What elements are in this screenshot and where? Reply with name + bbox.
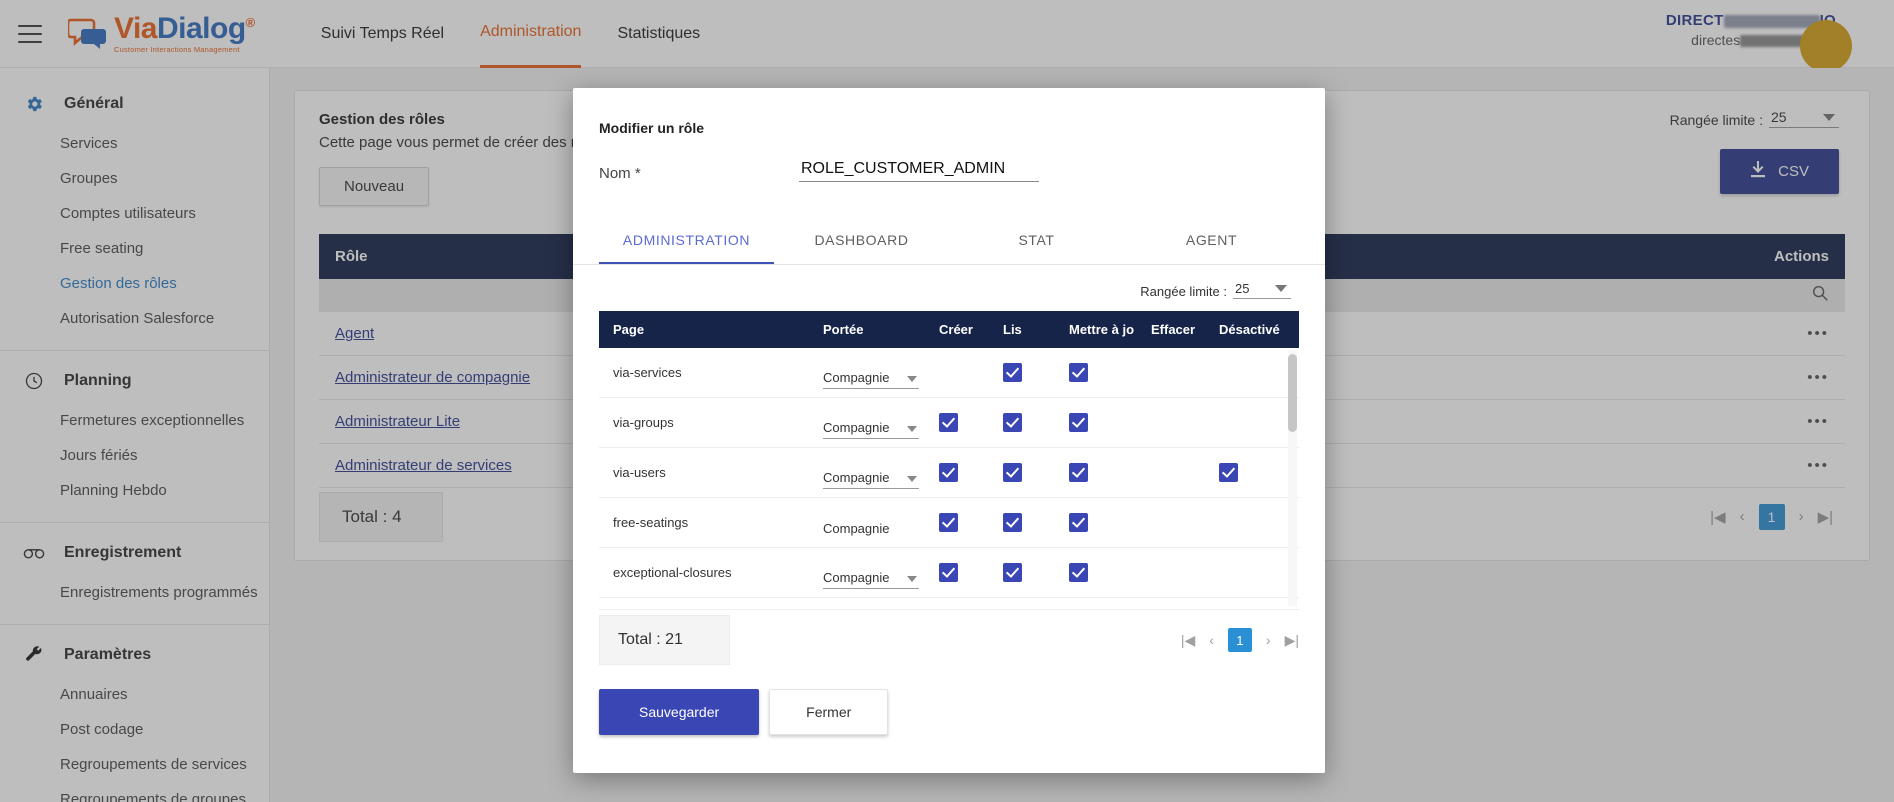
checkbox-creer[interactable] xyxy=(939,563,958,582)
tab-agent[interactable]: AGENT xyxy=(1124,216,1299,264)
modal-range-limit-label: Rangée limite : xyxy=(1140,284,1227,299)
role-name-input[interactable] xyxy=(799,158,1039,182)
edit-role-modal: Modifier un rôle Nom * ADMINISTRATION DA… xyxy=(573,88,1325,773)
checkbox-creer[interactable] xyxy=(939,413,958,432)
permission-page-name: via-users xyxy=(613,465,666,480)
checkbox-creer[interactable] xyxy=(939,363,958,382)
checkbox-desactive[interactable] xyxy=(1219,463,1238,482)
column-header-desactive: Désactivé xyxy=(1219,322,1280,337)
modal-pagination-next[interactable]: › xyxy=(1266,632,1271,648)
scope-select[interactable]: Compagnie xyxy=(823,570,919,589)
checkbox-mettre-a-jour[interactable] xyxy=(1069,463,1088,482)
modal-total-count: Total : 21 xyxy=(599,615,730,665)
chevron-down-icon xyxy=(907,576,917,582)
checkbox-lis[interactable] xyxy=(1003,363,1022,382)
modal-table-footer: Total : 21 |◀ ‹ 1 › ▶| xyxy=(599,615,1299,665)
tab-administration[interactable]: ADMINISTRATION xyxy=(599,216,774,264)
permission-page-name: via-groups xyxy=(613,415,674,430)
scope-value: Compagnie xyxy=(823,470,890,485)
chevron-down-icon xyxy=(1275,285,1287,292)
column-header-page: Page xyxy=(613,322,645,337)
checkbox-desactive[interactable] xyxy=(1219,563,1238,582)
scope-value: Compagnie xyxy=(823,370,890,385)
chevron-down-icon xyxy=(907,376,917,382)
permission-page-name: exceptional-closures xyxy=(613,565,732,580)
checkbox-lis[interactable] xyxy=(1003,463,1022,482)
permissions-scrollbar[interactable] xyxy=(1288,350,1297,606)
modal-pagination-last[interactable]: ▶| xyxy=(1285,632,1299,649)
modal-tabs: ADMINISTRATION DASHBOARD STAT AGENT xyxy=(573,216,1325,265)
permissions-header-row: Page Portée Créer Lis Mettre à jo Efface… xyxy=(599,311,1299,348)
scope-value: Compagnie xyxy=(823,520,890,536)
checkbox-desactive[interactable] xyxy=(1219,363,1238,382)
modal-title: Modifier un rôle xyxy=(599,120,704,136)
column-header-effacer: Effacer xyxy=(1151,322,1196,337)
permission-row: via-services Compagnie xyxy=(599,348,1299,398)
permission-row: free-seatings Compagnie xyxy=(599,498,1299,548)
modal-pagination-first[interactable]: |◀ xyxy=(1181,632,1195,649)
permissions-table: Page Portée Créer Lis Mettre à jo Efface… xyxy=(599,311,1299,611)
scope-select[interactable]: Compagnie xyxy=(823,470,919,489)
permission-row: via-groups Compagnie xyxy=(599,398,1299,448)
permission-page-name: via-services xyxy=(613,365,682,380)
checkbox-effacer[interactable] xyxy=(1151,513,1170,532)
scope-value: Compagnie xyxy=(823,570,890,585)
permission-page-name: free-seatings xyxy=(613,515,689,530)
checkbox-creer[interactable] xyxy=(939,513,958,532)
checkbox-effacer[interactable] xyxy=(1151,363,1170,382)
column-header-creer: Créer xyxy=(939,322,973,337)
scope-select[interactable]: Compagnie xyxy=(823,420,919,439)
permission-row: via-users Compagnie xyxy=(599,448,1299,498)
modal-action-buttons: Sauvegarder Fermer xyxy=(573,665,1325,735)
permission-row: pub-holidays-config Compagnie xyxy=(599,598,1299,609)
tab-stat[interactable]: STAT xyxy=(949,216,1124,264)
screen-root: ViaDialog® Customer Interactions Managem… xyxy=(0,0,1894,802)
role-name-label: Nom * xyxy=(599,165,641,182)
save-button[interactable]: Sauvegarder xyxy=(599,689,760,735)
modal-pagination: |◀ ‹ 1 › ▶| xyxy=(1181,628,1299,652)
close-button[interactable]: Fermer xyxy=(769,689,889,735)
checkbox-lis[interactable] xyxy=(1003,513,1022,532)
checkbox-lis[interactable] xyxy=(1003,413,1022,432)
column-header-mettre-a-jour: Mettre à jo xyxy=(1069,322,1135,337)
checkbox-lis[interactable] xyxy=(1003,563,1022,582)
modal-pagination-prev[interactable]: ‹ xyxy=(1209,632,1214,648)
modal-range-limit-control[interactable]: Rangée limite : 25 xyxy=(573,265,1325,299)
checkbox-effacer[interactable] xyxy=(1151,563,1170,582)
checkbox-mettre-a-jour[interactable] xyxy=(1069,513,1088,532)
permission-row: exceptional-closures Compagnie xyxy=(599,548,1299,598)
scope-value: Compagnie xyxy=(823,420,890,435)
chevron-down-icon xyxy=(907,426,917,432)
role-name-row: Nom * xyxy=(573,136,1325,182)
modal-range-limit-select[interactable]: 25 xyxy=(1233,281,1291,299)
checkbox-effacer[interactable] xyxy=(1151,413,1170,432)
scope-select[interactable]: Compagnie xyxy=(823,370,919,389)
modal-range-limit-value: 25 xyxy=(1235,281,1250,296)
column-header-lis: Lis xyxy=(1003,322,1022,337)
checkbox-effacer[interactable] xyxy=(1151,463,1170,482)
chevron-down-icon xyxy=(907,476,917,482)
checkbox-desactive[interactable] xyxy=(1219,413,1238,432)
scope-select[interactable]: Compagnie xyxy=(823,521,919,539)
checkbox-mettre-a-jour[interactable] xyxy=(1069,363,1088,382)
checkbox-creer[interactable] xyxy=(939,463,958,482)
scrollbar-thumb[interactable] xyxy=(1288,354,1297,432)
tab-dashboard[interactable]: DASHBOARD xyxy=(774,216,949,264)
checkbox-desactive[interactable] xyxy=(1219,513,1238,532)
permissions-scroll-area[interactable]: via-services Compagnie via-groups Compag… xyxy=(599,348,1299,610)
checkbox-mettre-a-jour[interactable] xyxy=(1069,563,1088,582)
modal-pagination-page-1[interactable]: 1 xyxy=(1227,628,1252,652)
column-header-portee: Portée xyxy=(823,322,864,337)
checkbox-mettre-a-jour[interactable] xyxy=(1069,413,1088,432)
